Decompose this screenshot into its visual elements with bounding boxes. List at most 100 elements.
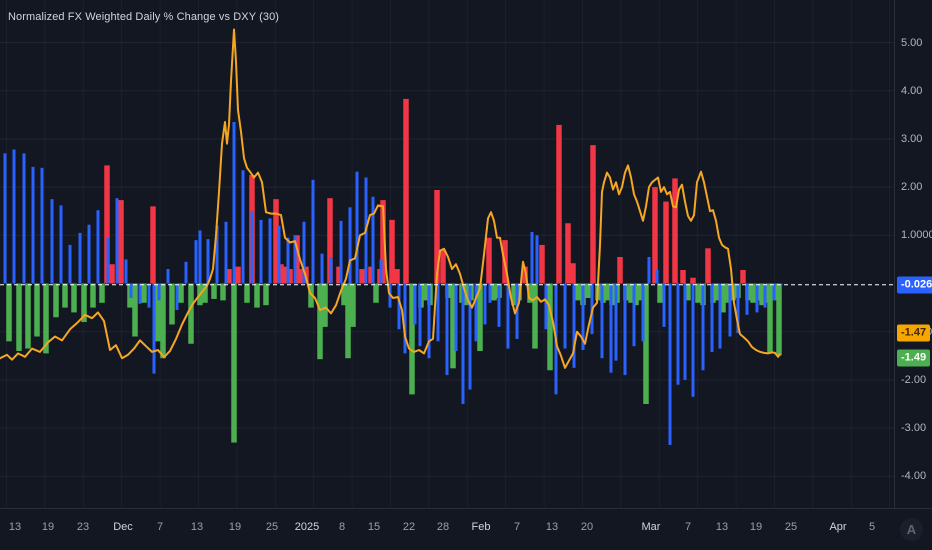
up-down-columns-bar xyxy=(263,283,269,306)
fx-weighted-histogram-bar xyxy=(277,225,281,284)
fx-weighted-histogram-bar xyxy=(59,205,63,284)
fx-weighted-histogram-bar xyxy=(563,283,567,349)
up-down-columns-bar xyxy=(160,283,166,359)
fx-weighted-histogram-bar xyxy=(198,230,202,284)
up-down-columns-bar xyxy=(617,256,623,284)
price-axis-label: 4.00 xyxy=(901,84,923,97)
fx-weighted-histogram-bar xyxy=(166,269,170,284)
fx-weighted-histogram-bar xyxy=(129,283,133,298)
fx-weighted-histogram-bar xyxy=(379,259,383,284)
blue-last-value-badge[interactable]: -0.0267 xyxy=(897,276,932,294)
fx-weighted-histogram-bar xyxy=(427,283,431,359)
fx-weighted-histogram-bar xyxy=(348,207,352,284)
up-down-columns-bar xyxy=(345,283,351,359)
up-down-columns-bar xyxy=(532,283,538,349)
fx-weighted-histogram-bar xyxy=(506,283,510,349)
fx-weighted-histogram-bar xyxy=(184,261,188,284)
time-axis-label: 22 xyxy=(402,521,416,533)
fx-weighted-histogram-bar xyxy=(647,256,651,284)
time-axis-label: 19 xyxy=(228,521,242,533)
price-axis-label: 5.00 xyxy=(901,36,923,49)
fx-weighted-histogram-bar xyxy=(241,170,245,284)
time-axis-label: Dec xyxy=(113,521,133,533)
time-axis-label: Feb xyxy=(471,521,491,533)
fx-weighted-histogram-bar xyxy=(676,283,680,385)
fx-weighted-histogram-bar xyxy=(488,283,492,303)
up-down-columns-bar xyxy=(575,283,581,301)
up-down-columns-bar xyxy=(767,283,773,354)
fx-weighted-histogram-bar xyxy=(268,218,272,284)
up-down-columns-bar xyxy=(695,283,701,303)
up-down-columns-bar xyxy=(539,244,545,284)
time-axis-label: 2025 xyxy=(294,521,320,533)
fx-weighted-histogram-bar xyxy=(483,283,487,325)
fx-weighted-histogram-bar xyxy=(745,283,749,315)
up-down-columns-bar xyxy=(359,269,365,284)
fx-weighted-histogram-bar xyxy=(22,153,26,284)
up-down-columns-bar xyxy=(6,283,12,342)
up-down-columns-bar xyxy=(141,283,147,303)
up-down-columns-bar xyxy=(486,237,492,284)
fx-weighted-histogram-bar xyxy=(371,196,375,284)
time-axis-label: 8 xyxy=(338,521,346,533)
time-axis-label: Mar xyxy=(641,521,661,533)
time-axis-label: 15 xyxy=(367,521,381,533)
up-down-columns-bar xyxy=(99,283,105,303)
up-down-columns-bar xyxy=(663,201,669,284)
plot-area[interactable] xyxy=(0,0,932,550)
fx-weighted-histogram-bar xyxy=(755,283,759,313)
green-last-value-badge[interactable]: -1.49 xyxy=(897,349,931,366)
fx-weighted-histogram-bar xyxy=(12,149,16,284)
fx-weighted-histogram-bar xyxy=(544,283,548,330)
up-down-columns-bar xyxy=(16,283,22,351)
up-down-columns-bar xyxy=(220,283,226,301)
up-down-columns-bar xyxy=(740,270,746,284)
up-down-columns-bar xyxy=(394,269,400,284)
up-down-columns-bar xyxy=(373,283,379,303)
up-down-columns-bar xyxy=(53,283,59,318)
price-axis-label: 1.0000 xyxy=(901,229,932,242)
fx-weighted-histogram-bar xyxy=(468,283,472,390)
chart-panel[interactable]: Normalized FX Weighted Daily % Change vs… xyxy=(0,0,932,550)
fx-weighted-histogram-bar xyxy=(286,237,290,284)
up-down-columns-bar xyxy=(690,277,696,284)
fx-weighted-histogram-bar xyxy=(50,199,54,284)
tradingview-logo-icon[interactable]: A xyxy=(900,518,923,541)
fx-weighted-histogram-bar xyxy=(147,283,151,308)
fx-weighted-histogram-bar xyxy=(691,283,695,397)
fx-weighted-histogram-bar xyxy=(609,283,613,373)
up-down-columns-bar xyxy=(118,200,124,284)
time-axis-label: 19 xyxy=(41,521,55,533)
fx-weighted-histogram-bar xyxy=(152,283,156,374)
orange-last-value-badge[interactable]: -1.47 xyxy=(897,324,931,342)
time-axis[interactable]: 13 19 23 Dec 7 13 19 25 2025 8 15 22 28 Feb 7 13 20 Mar 7 1… xyxy=(0,508,932,550)
up-down-columns-bar xyxy=(565,223,571,284)
up-down-columns-bar xyxy=(657,283,663,303)
up-down-columns-bar xyxy=(132,283,138,337)
fx-weighted-histogram-bar xyxy=(355,171,359,284)
fx-weighted-histogram-bar xyxy=(623,283,627,376)
up-down-columns-bar xyxy=(652,187,658,284)
up-down-columns-bar xyxy=(672,178,678,284)
fx-weighted-histogram-bar xyxy=(96,210,100,284)
fx-weighted-histogram-bar xyxy=(701,283,705,371)
fx-weighted-histogram-bar xyxy=(461,283,465,404)
fx-weighted-histogram-bar xyxy=(655,270,659,284)
time-axis-label: 13 xyxy=(715,521,729,533)
fx-weighted-histogram-bar xyxy=(31,166,35,284)
price-axis[interactable]: 5.004.003.002.001.0000-1.0000-2.00-3.00-… xyxy=(894,0,932,508)
time-axis-label: 28 xyxy=(436,521,450,533)
up-down-columns-bar xyxy=(585,283,591,298)
up-down-columns-bar xyxy=(25,283,31,349)
up-down-columns-bar xyxy=(169,283,175,325)
fx-weighted-histogram-bar xyxy=(206,239,210,284)
time-axis-label: 25 xyxy=(784,521,798,533)
up-down-columns-bar xyxy=(590,145,596,284)
fx-weighted-histogram-bar xyxy=(40,167,44,284)
fx-weighted-histogram-bar xyxy=(728,283,732,337)
fx-weighted-histogram-bar xyxy=(320,253,324,284)
time-axis-label: Apr xyxy=(829,521,847,533)
up-down-columns-bar xyxy=(235,266,241,284)
up-down-columns-bar xyxy=(71,283,77,313)
fx-weighted-histogram-bar xyxy=(106,237,110,284)
